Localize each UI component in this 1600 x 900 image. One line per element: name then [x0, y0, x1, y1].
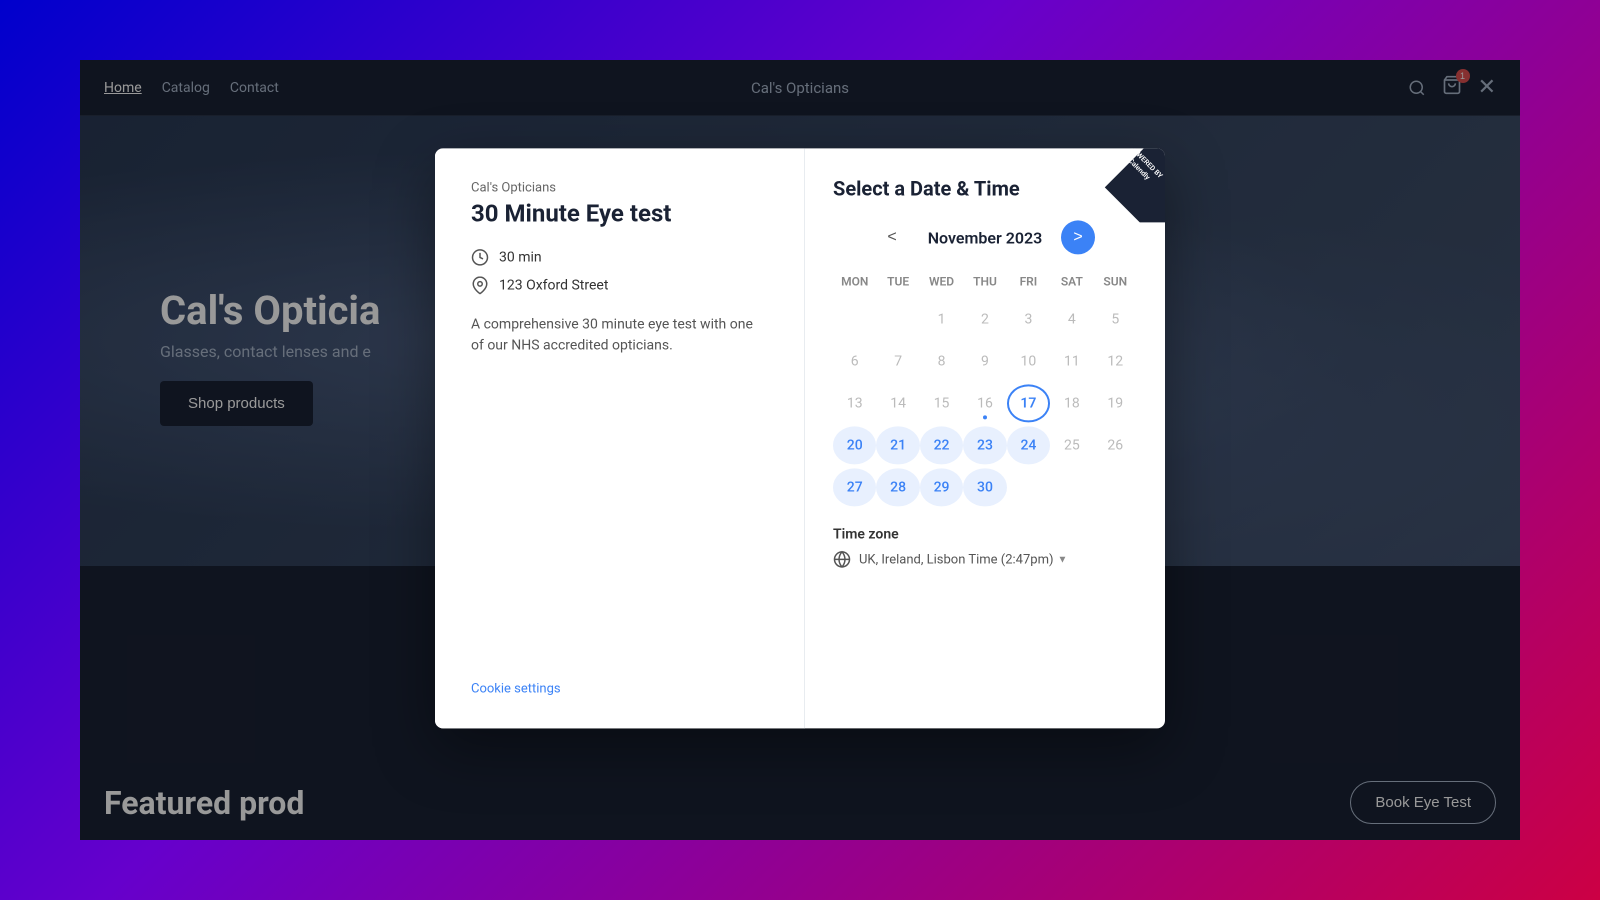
cal-day-14: 14	[876, 384, 919, 422]
prev-month-button[interactable]: <	[875, 220, 909, 254]
modal-meta: 30 min 123 Oxford Street	[471, 248, 768, 294]
cal-day-26: 26	[1094, 426, 1137, 464]
calendly-badge: POWERED BY Calendly	[1091, 148, 1165, 222]
cal-day-27[interactable]: 27	[833, 468, 876, 506]
cal-day-17: 17	[1007, 384, 1050, 422]
modal-location: 123 Oxford Street	[471, 276, 768, 294]
cal-day-13: 13	[833, 384, 876, 422]
cal-day-29[interactable]: 29	[920, 468, 963, 506]
dow-tue: TUE	[876, 270, 919, 292]
timezone-dropdown[interactable]: UK, Ireland, Lisbon Time (2:47pm) ▼	[859, 552, 1067, 567]
week-5: 27 28 29 30	[833, 468, 1137, 506]
website-container: Home Catalog Contact Cal's Opticians 1 ✕…	[80, 60, 1520, 840]
cal-day-19: 19	[1094, 384, 1137, 422]
month-nav: < November 2023 >	[833, 220, 1137, 254]
cal-day-3: 3	[1007, 300, 1050, 338]
cal-empty	[1094, 468, 1137, 506]
cal-day-4: 4	[1050, 300, 1093, 338]
dow-thu: THU	[963, 270, 1006, 292]
cal-empty	[1007, 468, 1050, 506]
modal-description: A comprehensive 30 minute eye test with …	[471, 314, 768, 356]
cal-day-16: 16	[963, 384, 1006, 422]
cal-day-23[interactable]: 23	[963, 426, 1006, 464]
location-text: 123 Oxford Street	[499, 277, 608, 293]
dow-sun: SUN	[1094, 270, 1137, 292]
cal-day-7: 7	[876, 342, 919, 380]
cal-day-6: 6	[833, 342, 876, 380]
cal-day-20[interactable]: 20	[833, 426, 876, 464]
cal-day-22[interactable]: 22	[920, 426, 963, 464]
cal-day-15: 15	[920, 384, 963, 422]
cal-day-11: 11	[1050, 342, 1093, 380]
modal-org-name: Cal's Opticians	[471, 180, 768, 195]
cal-empty	[876, 300, 919, 338]
dow-wed: WED	[920, 270, 963, 292]
next-month-button[interactable]: >	[1061, 220, 1095, 254]
dow-fri: FRI	[1007, 270, 1050, 292]
cal-day-12: 12	[1094, 342, 1137, 380]
week-1: 1 2 3 4 5	[833, 300, 1137, 338]
duration-text: 30 min	[499, 249, 542, 265]
timezone-select[interactable]: UK, Ireland, Lisbon Time (2:47pm) ▼	[833, 550, 1137, 568]
cal-day-8: 8	[920, 342, 963, 380]
cookie-settings-link[interactable]: Cookie settings	[471, 681, 561, 696]
modal-footer: Cookie settings	[471, 657, 768, 696]
calendar-grid: MON TUE WED THU FRI SAT SUN 1 2 3 4 5	[833, 270, 1137, 506]
week-2: 6 7 8 9 10 11 12	[833, 342, 1137, 380]
week-3: 13 14 15 16 17 18 19	[833, 384, 1137, 422]
cal-empty	[1050, 468, 1093, 506]
clock-icon	[471, 248, 489, 266]
modal-event-title: 30 Minute Eye test	[471, 199, 768, 228]
cal-day-18: 18	[1050, 384, 1093, 422]
booking-modal: Cal's Opticians 30 Minute Eye test 30 mi…	[435, 148, 1165, 728]
cal-day-2: 2	[963, 300, 1006, 338]
dot-indicator	[983, 415, 987, 419]
cal-day-9: 9	[963, 342, 1006, 380]
dow-mon: MON	[833, 270, 876, 292]
timezone-label: Time zone	[833, 526, 1137, 542]
cal-day-24[interactable]: 24	[1007, 426, 1050, 464]
chevron-down-icon: ▼	[1058, 554, 1068, 565]
cal-day-21[interactable]: 21	[876, 426, 919, 464]
cal-day-30[interactable]: 30	[963, 468, 1006, 506]
location-icon	[471, 276, 489, 294]
modal-duration: 30 min	[471, 248, 768, 266]
timezone-section: Time zone UK, Ireland, Lisbon Time (2:47…	[833, 526, 1137, 568]
month-label: November 2023	[925, 228, 1045, 247]
week-4: 20 21 22 23 24 25 26	[833, 426, 1137, 464]
cal-day-28[interactable]: 28	[876, 468, 919, 506]
cal-day-1: 1	[920, 300, 963, 338]
timezone-value: UK, Ireland, Lisbon Time (2:47pm)	[859, 552, 1054, 567]
dow-sat: SAT	[1050, 270, 1093, 292]
cal-day-25: 25	[1050, 426, 1093, 464]
cal-empty	[833, 300, 876, 338]
cal-day-10: 10	[1007, 342, 1050, 380]
days-of-week-row: MON TUE WED THU FRI SAT SUN	[833, 270, 1137, 292]
cal-day-5: 5	[1094, 300, 1137, 338]
globe-icon	[833, 550, 851, 568]
modal-left-panel: Cal's Opticians 30 Minute Eye test 30 mi…	[435, 148, 805, 728]
modal-right-panel: POWERED BY Calendly Select a Date & Time…	[805, 148, 1165, 728]
